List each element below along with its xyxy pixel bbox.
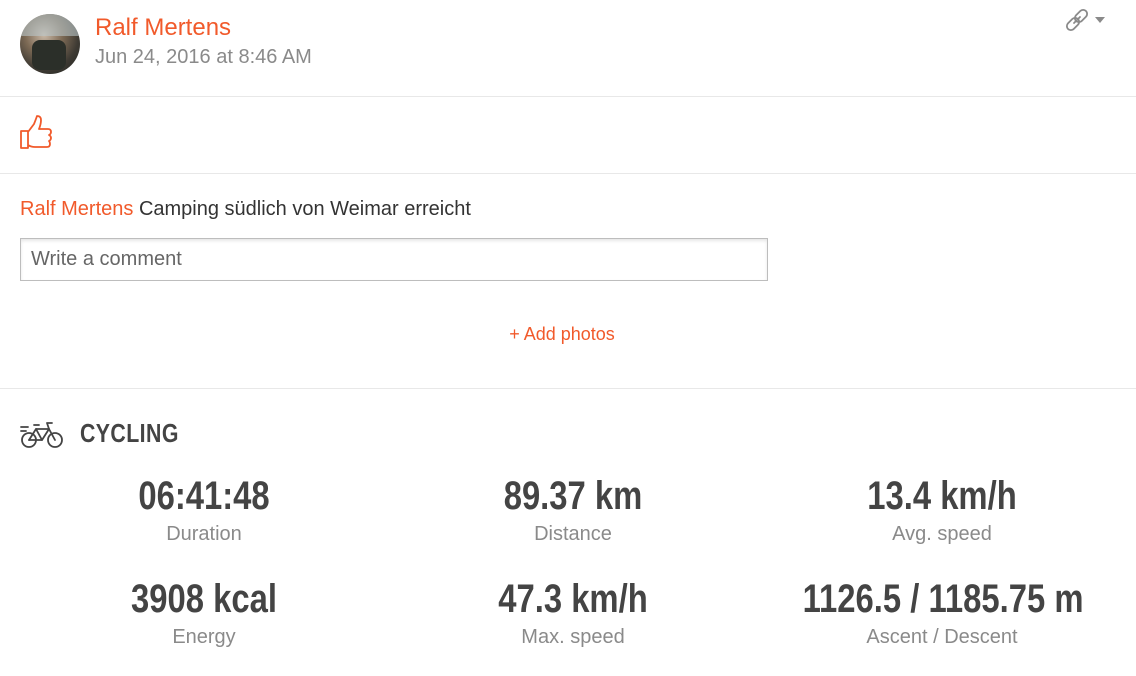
post-header: Ralf Mertens Jun 24, 2016 at 8:46 AM (0, 0, 1136, 97)
caption-text: Camping südlich von Weimar erreicht (138, 198, 471, 220)
stat-ascent-descent: 1126.5 / 1185.75 m Ascent / Descent (772, 576, 1112, 649)
stat-label: Duration (166, 523, 242, 545)
stat-label: Energy (172, 626, 236, 648)
stat-label: Ascent / Descent (866, 626, 1018, 648)
dropdown-caret-icon (1095, 17, 1105, 23)
stat-value: 3908 kcal (131, 577, 277, 621)
stat-label: Distance (534, 523, 612, 545)
comment-input[interactable] (20, 238, 768, 281)
stat-value: 89.37 km (503, 474, 643, 518)
bicycle-icon (20, 422, 63, 448)
stat-value: 1126.5 / 1185.75 m (802, 577, 1084, 621)
post-caption: Ralf Mertens Camping südlich von Weimar … (20, 198, 471, 221)
link-icon (1065, 8, 1105, 32)
stat-label: Avg. speed (892, 523, 992, 545)
stat-duration: 06:41:48 Duration (34, 473, 374, 546)
stat-distance: 89.37 km Distance (403, 473, 743, 546)
stat-max-speed: 47.3 km/h Max. speed (403, 576, 743, 649)
activity-type: CYCLING (80, 418, 179, 448)
stat-value: 13.4 km/h (867, 474, 1017, 518)
author-name[interactable]: Ralf Mertens (95, 14, 231, 42)
add-photos-link[interactable]: + Add photos (0, 324, 1124, 345)
section-divider (0, 388, 1136, 389)
thumbs-up-icon[interactable] (18, 115, 52, 151)
stat-energy: 3908 kcal Energy (34, 576, 374, 649)
stat-value: 06:41:48 (138, 474, 270, 518)
post-date: Jun 24, 2016 at 8:46 AM (95, 46, 312, 68)
stat-value: 47.3 km/h (498, 577, 648, 621)
like-row (0, 97, 1136, 174)
stat-avg-speed: 13.4 km/h Avg. speed (772, 473, 1112, 546)
stat-label: Max. speed (521, 626, 625, 648)
caption-author-link[interactable]: Ralf Mertens (20, 198, 133, 220)
link-menu-button[interactable] (1064, 8, 1108, 36)
avatar[interactable] (20, 14, 80, 74)
